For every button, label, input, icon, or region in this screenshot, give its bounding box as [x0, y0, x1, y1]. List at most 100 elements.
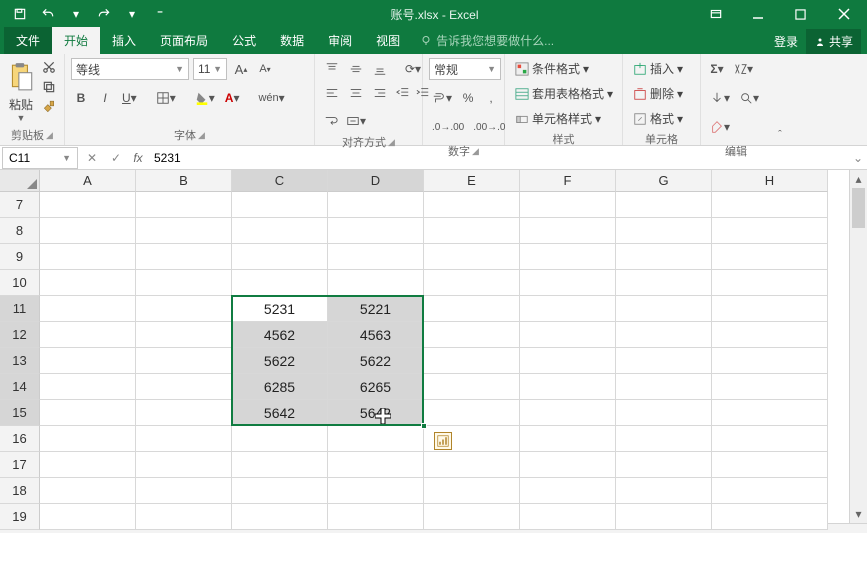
clipboard-launcher[interactable]: ◢ — [46, 130, 53, 141]
ribbon-options-button[interactable] — [695, 0, 737, 28]
tab-home[interactable]: 开始 — [52, 27, 100, 54]
col-header[interactable]: D — [328, 170, 424, 192]
col-header[interactable]: B — [136, 170, 232, 192]
qat-customize[interactable]: ⁼ — [146, 2, 174, 26]
tab-view[interactable]: 视图 — [364, 27, 412, 54]
decrease-decimal-button[interactable]: .00→.0 — [470, 116, 508, 138]
col-header[interactable]: E — [424, 170, 520, 192]
number-format-combo[interactable]: 常规▼ — [429, 58, 501, 80]
autosum-button[interactable]: Σ▾ — [707, 58, 727, 80]
fill-color-button[interactable]: ▾ — [192, 87, 218, 109]
comma-button[interactable]: , — [481, 87, 501, 109]
copy-button[interactable] — [40, 78, 58, 96]
format-as-table-button[interactable]: 套用表格格式▾ — [511, 83, 617, 104]
close-button[interactable] — [821, 0, 867, 28]
formula-input[interactable]: 5231 — [148, 151, 849, 165]
fill-handle[interactable] — [421, 423, 427, 429]
row-header[interactable]: 16 — [0, 426, 40, 452]
cell-D11[interactable]: 5221 — [328, 296, 424, 322]
tell-me-box[interactable]: 告诉我您想要做什么... — [412, 27, 774, 54]
tab-page-layout[interactable]: 页面布局 — [148, 27, 220, 54]
font-color-button[interactable]: A▾ — [222, 87, 243, 109]
tab-insert[interactable]: 插入 — [100, 27, 148, 54]
insert-function-button[interactable]: fx — [128, 151, 148, 165]
name-box[interactable]: C11▼ — [2, 147, 78, 169]
row-header[interactable]: 18 — [0, 478, 40, 504]
tab-data[interactable]: 数据 — [268, 27, 316, 54]
insert-cells-button[interactable]: 插入▾ — [629, 58, 687, 79]
decrease-font-button[interactable]: A▾ — [255, 58, 275, 80]
merge-center-button[interactable]: ▾ — [343, 110, 369, 132]
cell-C14[interactable]: 6285 — [232, 374, 328, 400]
undo-button[interactable] — [34, 2, 62, 26]
bold-button[interactable]: B — [71, 87, 91, 109]
delete-cells-button[interactable]: 删除▾ — [629, 83, 687, 104]
cell-C11[interactable]: 5231 — [232, 296, 328, 322]
maximize-button[interactable] — [779, 0, 821, 28]
cut-button[interactable] — [40, 58, 58, 76]
underline-button[interactable]: U▾ — [119, 87, 140, 109]
align-bottom-button[interactable] — [369, 58, 391, 80]
format-cells-button[interactable]: 格式▾ — [629, 108, 687, 129]
tab-review[interactable]: 审阅 — [316, 27, 364, 54]
scroll-up-button[interactable]: ▴ — [850, 170, 867, 188]
align-middle-button[interactable] — [345, 58, 367, 80]
percent-button[interactable]: % — [458, 87, 478, 109]
font-name-combo[interactable]: 等线▼ — [71, 58, 189, 80]
collapse-ribbon-button[interactable]: ˆ — [778, 129, 782, 141]
align-right-button[interactable] — [369, 82, 391, 104]
sort-filter-button[interactable]: ▾ — [730, 58, 756, 80]
save-button[interactable] — [6, 2, 34, 26]
borders-button[interactable]: ▾ — [153, 87, 179, 109]
cell-C13[interactable]: 5622 — [232, 348, 328, 374]
cell-D14[interactable]: 6265 — [328, 374, 424, 400]
cell-D15[interactable]: 5642 — [328, 400, 424, 426]
scroll-thumb[interactable] — [852, 188, 865, 228]
col-header[interactable]: G — [616, 170, 712, 192]
minimize-button[interactable] — [737, 0, 779, 28]
tab-file[interactable]: 文件 — [4, 27, 52, 54]
conditional-format-button[interactable]: 条件格式▾ — [511, 58, 593, 79]
row-header[interactable]: 9 — [0, 244, 40, 270]
redo-button[interactable] — [90, 2, 118, 26]
align-left-button[interactable] — [321, 82, 343, 104]
col-header[interactable]: C — [232, 170, 328, 192]
row-header[interactable]: 14 — [0, 374, 40, 400]
select-all-corner[interactable] — [0, 170, 40, 192]
expand-formula-bar[interactable]: ⌄ — [849, 151, 867, 165]
col-header[interactable]: H — [712, 170, 828, 192]
align-launcher[interactable]: ◢ — [388, 137, 395, 148]
fill-button[interactable]: ▾ — [707, 87, 733, 109]
phonetic-button[interactable]: wén▾ — [255, 87, 287, 109]
cell-C12[interactable]: 4562 — [232, 322, 328, 348]
clear-button[interactable]: ▾ — [707, 116, 733, 138]
quick-analysis-button[interactable] — [434, 432, 452, 450]
format-painter-button[interactable] — [40, 98, 58, 116]
cell-D12[interactable]: 4563 — [328, 322, 424, 348]
cell-D13[interactable]: 5622 — [328, 348, 424, 374]
row-header[interactable]: 13 — [0, 348, 40, 374]
row-header[interactable]: 11 — [0, 296, 40, 322]
italic-button[interactable]: I — [95, 87, 115, 109]
col-header[interactable]: A — [40, 170, 136, 192]
increase-decimal-button[interactable]: .0→.00 — [429, 116, 467, 138]
row-header[interactable]: 17 — [0, 452, 40, 478]
cell-styles-button[interactable]: 单元格样式▾ — [511, 108, 605, 129]
cells-area[interactable]: 52315221 45624563 56225622 62856265 5642… — [40, 192, 849, 530]
decrease-indent-button[interactable] — [393, 82, 413, 104]
font-size-combo[interactable]: 11▼ — [193, 58, 227, 80]
increase-font-button[interactable]: A▴ — [231, 58, 251, 80]
row-header[interactable]: 19 — [0, 504, 40, 530]
wrap-text-button[interactable] — [321, 110, 341, 132]
paste-dropdown[interactable]: ▼ — [17, 113, 26, 123]
row-header[interactable]: 10 — [0, 270, 40, 296]
align-top-button[interactable] — [321, 58, 343, 80]
share-button[interactable]: 共享 — [806, 29, 861, 54]
row-header[interactable]: 12 — [0, 322, 40, 348]
undo-dropdown[interactable]: ▾ — [62, 2, 90, 26]
row-header[interactable]: 15 — [0, 400, 40, 426]
row-header[interactable]: 8 — [0, 218, 40, 244]
cancel-formula-button[interactable]: ✕ — [80, 151, 104, 165]
accounting-format-button[interactable]: ▾ — [429, 87, 455, 109]
font-launcher[interactable]: ◢ — [198, 130, 205, 141]
